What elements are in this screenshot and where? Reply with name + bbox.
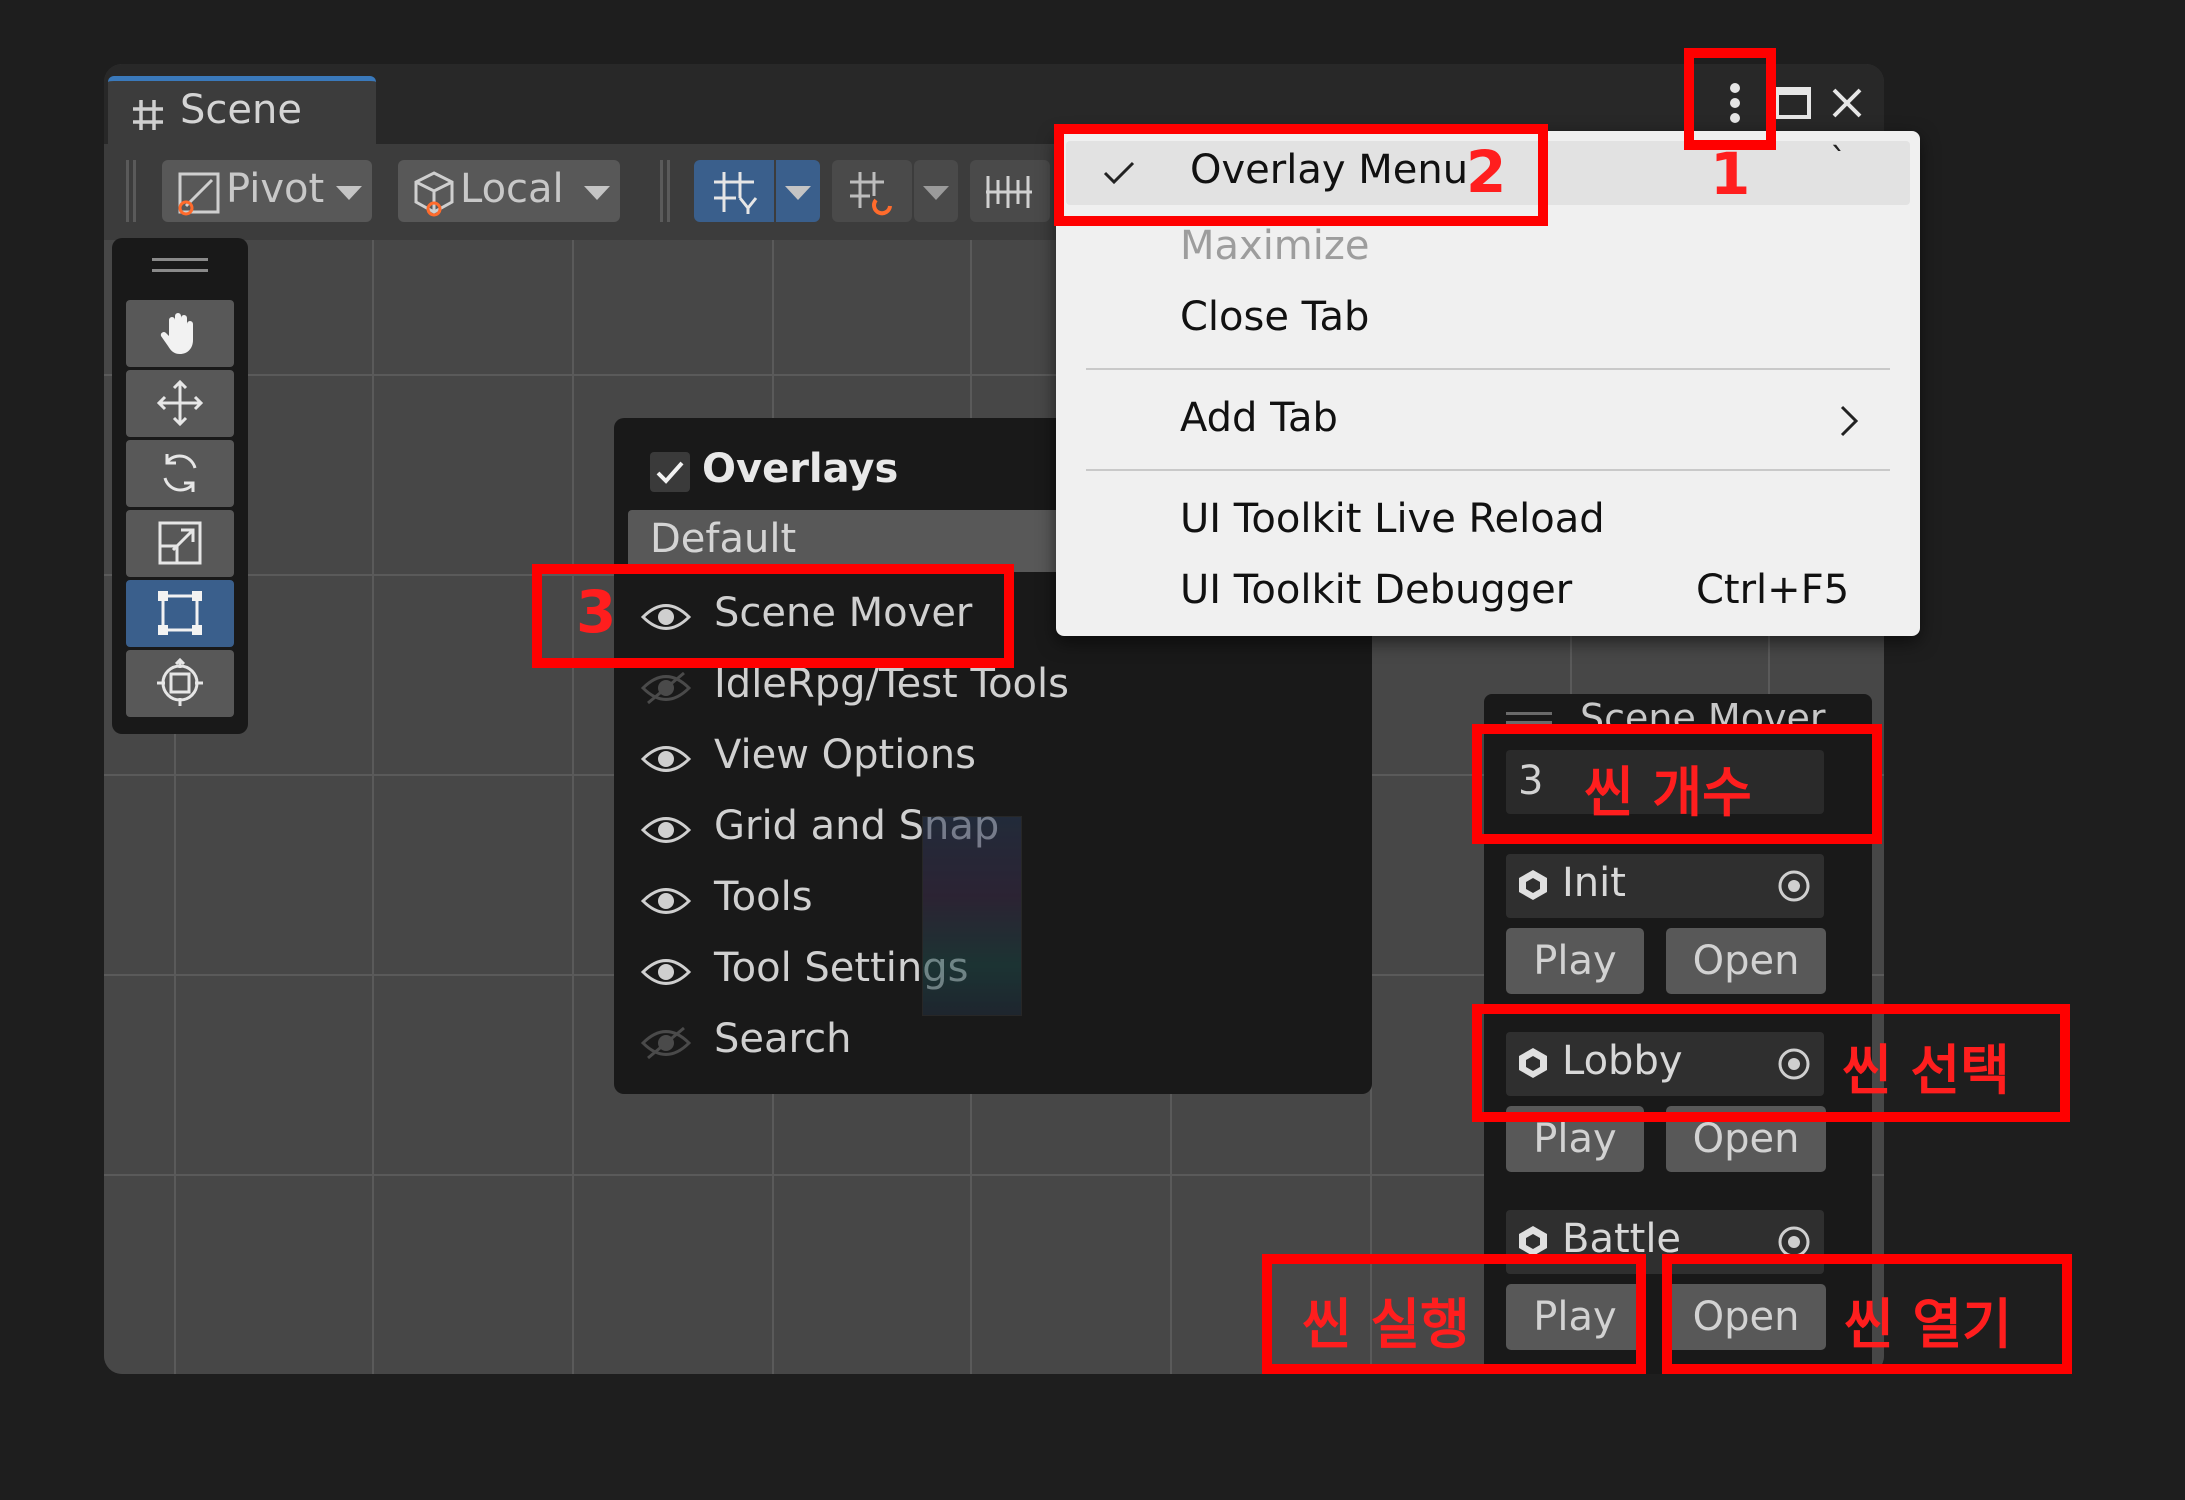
annotation-step1: 1 (1710, 140, 1751, 208)
object-picker-icon[interactable] (1776, 868, 1812, 904)
chevron-down-icon (785, 186, 811, 200)
move-tool[interactable] (126, 370, 234, 437)
menu-separator (1086, 469, 1890, 471)
local-label: Local (460, 166, 564, 212)
rect-tool[interactable] (126, 580, 234, 647)
eye-icon (640, 959, 692, 985)
eye-hidden-icon (640, 671, 692, 705)
local-cube-icon (414, 171, 454, 217)
chevron-down-icon (336, 186, 362, 200)
eye-icon (640, 888, 692, 914)
menu-separator (1086, 368, 1890, 370)
menu-shortcut: Ctrl+F5 (1696, 567, 1850, 613)
annotation-scene-select: 씬 선택 (1842, 1039, 2010, 1102)
overlay-item-search[interactable]: Search (614, 1008, 1372, 1078)
grid-snap-icon (714, 172, 758, 214)
ruler-toggle[interactable] (970, 160, 1050, 222)
increment-snap-icon (850, 172, 892, 216)
overlay-item-label: View Options (714, 732, 976, 778)
menu-stray-mark: ` (1830, 141, 1847, 181)
chevron-down-icon (923, 186, 949, 200)
ruler-icon (986, 176, 1032, 208)
overlay-item-label: Tools (714, 874, 813, 920)
menu-item-maximize: Maximize (1180, 223, 1370, 269)
toolbar-divider (660, 160, 670, 222)
annotation-box-step1 (1684, 48, 1776, 150)
tab-scene[interactable]: Scene (108, 76, 376, 144)
tools-overlay (112, 238, 248, 734)
overlay-item-label: Search (714, 1016, 852, 1062)
pivot-label: Pivot (226, 166, 325, 212)
pivot-dropdown[interactable]: Pivot (162, 160, 372, 222)
unity-scene-icon (1519, 1226, 1547, 1256)
tab-title: Scene (180, 87, 302, 133)
grid-line (372, 240, 374, 1374)
annotation-step2: 2 (1466, 138, 1507, 206)
overlay-drag-handle[interactable] (1506, 712, 1552, 724)
annotation-scene-count: 씬 개수 (1584, 761, 1752, 824)
overlay-drag-handle[interactable] (152, 258, 208, 272)
grid-line (572, 240, 574, 1374)
open-button[interactable]: Open (1666, 928, 1826, 994)
scale-icon (158, 521, 202, 565)
annotation-step3: 3 (576, 578, 617, 646)
menu-item-debugger[interactable]: UI Toolkit Debugger (1180, 567, 1572, 613)
annotation-scene-open: 씬 열기 (1844, 1293, 2012, 1356)
check-icon (656, 461, 684, 484)
toolbar-grip (126, 160, 136, 222)
play-button[interactable]: Play (1506, 928, 1644, 994)
pivot-icon (178, 172, 220, 216)
scene-name: Init (1562, 860, 1626, 906)
eye-icon (640, 817, 692, 843)
move-arrows-icon (156, 379, 204, 427)
maximize-icon[interactable] (1774, 86, 1812, 120)
local-dropdown[interactable]: Local (398, 160, 620, 222)
rotate-tool[interactable] (126, 440, 234, 507)
overlay-item-view-options[interactable]: View Options (614, 724, 1372, 794)
scene-object-field-init[interactable]: Init (1506, 854, 1824, 918)
scale-tool[interactable] (126, 510, 234, 577)
rotate-icon (163, 454, 197, 492)
grid-snap-dropdown[interactable] (776, 160, 820, 222)
grid-snap-toggle[interactable] (694, 160, 774, 222)
menu-item-add-tab[interactable]: Add Tab (1180, 395, 1338, 441)
increment-snap-dropdown[interactable] (914, 160, 958, 222)
close-icon[interactable] (1830, 86, 1864, 120)
overlays-title: Overlays (702, 446, 899, 492)
transform-icon (157, 658, 203, 706)
eye-icon (640, 746, 692, 772)
hand-tool[interactable] (126, 300, 234, 367)
overlays-header[interactable]: Overlays (638, 442, 1038, 498)
chevron-right-icon (1840, 405, 1859, 437)
hand-icon (160, 313, 193, 354)
menu-item-close-tab[interactable]: Close Tab (1180, 294, 1369, 340)
chevron-down-icon (584, 186, 610, 200)
hash-grid-icon (133, 100, 163, 130)
game-thumbnail (922, 816, 1022, 1016)
preset-label: Default (650, 516, 797, 562)
annotation-scene-run: 씬 실행 (1302, 1293, 1470, 1356)
menu-item-live-reload[interactable]: UI Toolkit Live Reload (1180, 496, 1605, 542)
transform-tool[interactable] (126, 650, 234, 717)
unity-scene-icon (1519, 870, 1547, 900)
increment-snap-toggle[interactable] (832, 160, 912, 222)
eye-hidden-icon (640, 1026, 692, 1060)
rect-icon (158, 591, 202, 635)
overlays-checkbox[interactable] (650, 452, 690, 492)
